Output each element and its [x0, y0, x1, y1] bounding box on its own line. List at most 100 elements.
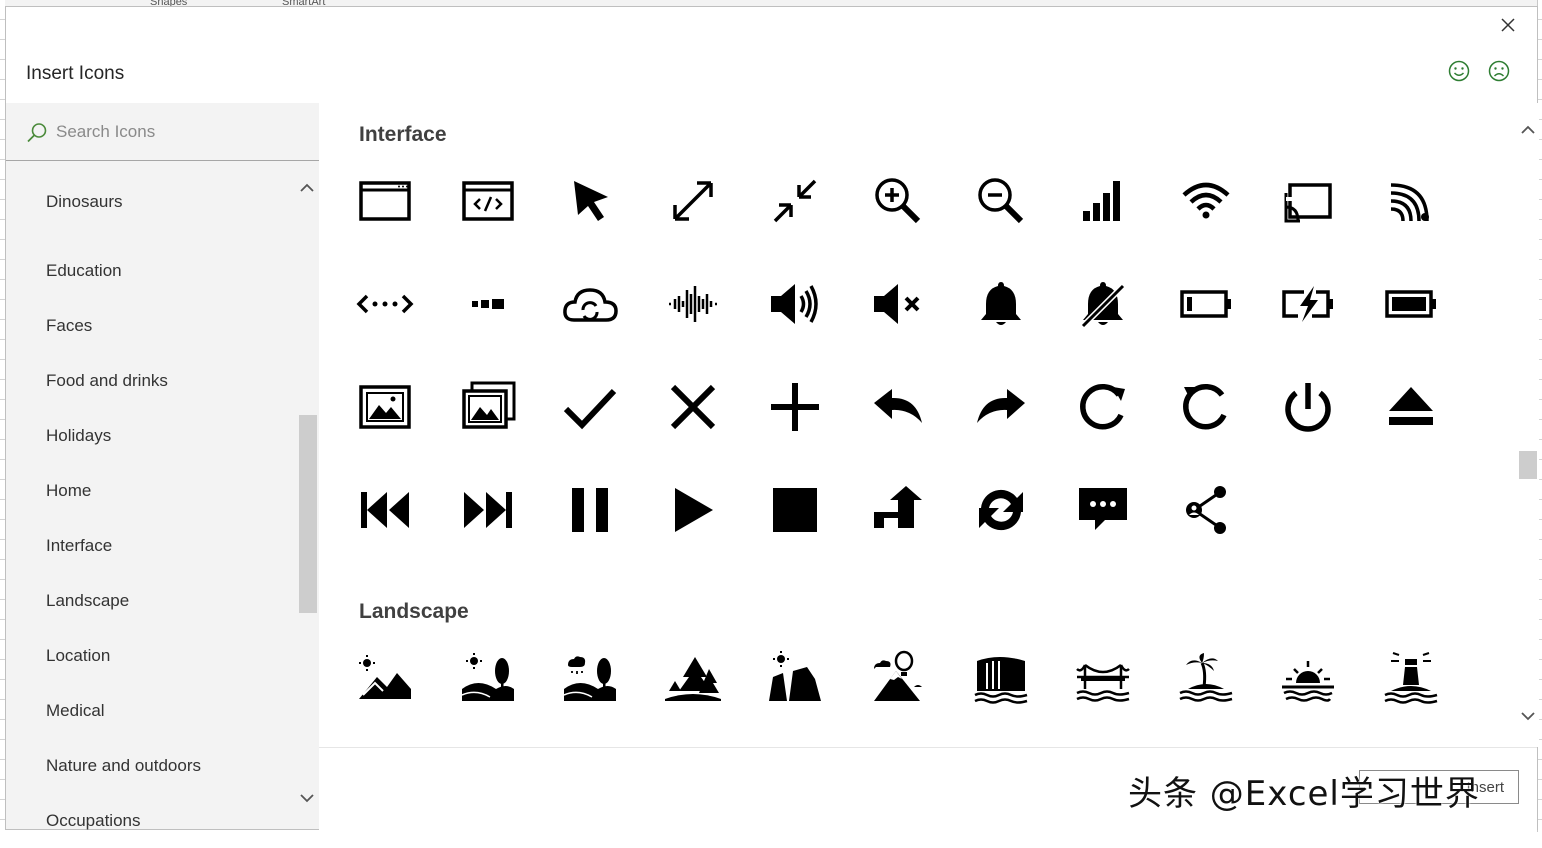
icon-tile[interactable]	[1375, 268, 1447, 340]
icon-tile[interactable]	[862, 643, 934, 715]
icon-tile[interactable]	[1067, 474, 1139, 546]
icon-tile[interactable]	[554, 643, 626, 715]
category-item[interactable]: Nature and outdoors	[6, 738, 296, 793]
category-item[interactable]: Faces	[6, 298, 296, 353]
icon-tile[interactable]	[657, 165, 729, 237]
icon-tile[interactable]	[1272, 268, 1344, 340]
section-title-interface: Interface	[359, 123, 447, 146]
checkmark-icon	[564, 388, 617, 430]
icon-tile[interactable]	[759, 165, 831, 237]
rotate-left-icon	[1182, 383, 1227, 430]
icon-tile[interactable]	[759, 474, 831, 546]
play-icon	[674, 488, 713, 532]
icon-tile[interactable]	[1272, 643, 1344, 715]
sidebar-scroll-up-icon[interactable]	[298, 179, 316, 197]
icon-tile[interactable]	[349, 643, 421, 715]
gallery-scroll-down-icon[interactable]	[1519, 707, 1537, 725]
icon-tile[interactable]	[452, 371, 524, 443]
frown-face-icon	[1488, 60, 1510, 82]
gallery-scroll-up-icon[interactable]	[1519, 121, 1537, 139]
balloon-mountain-icon	[874, 650, 922, 701]
gallery-scrollbar-thumb[interactable]	[1519, 451, 1537, 479]
icon-tile[interactable]	[1272, 165, 1344, 237]
category-item[interactable]: Education	[6, 243, 296, 298]
icon-tile[interactable]	[759, 268, 831, 340]
icon-tile[interactable]	[554, 165, 626, 237]
icon-tile[interactable]	[452, 165, 524, 237]
battery-low-icon	[1180, 290, 1231, 318]
icon-tile[interactable]	[1375, 371, 1447, 443]
icon-tile[interactable]	[1375, 643, 1447, 715]
icon-tile[interactable]	[452, 474, 524, 546]
icon-tile[interactable]	[1067, 268, 1139, 340]
category-item[interactable]: Location	[6, 628, 296, 683]
category-item[interactable]: Interface	[6, 518, 296, 573]
icon-tile[interactable]	[349, 474, 421, 546]
category-item[interactable]: Landscape	[6, 573, 296, 628]
skip-back-icon	[361, 492, 409, 528]
category-item[interactable]: Holidays	[6, 408, 296, 463]
icon-tile[interactable]	[965, 165, 1037, 237]
icon-tile[interactable]	[1375, 165, 1447, 237]
icon-tile[interactable]	[1170, 643, 1242, 715]
icon-tile[interactable]	[1170, 268, 1242, 340]
icon-tile[interactable]	[452, 268, 524, 340]
icon-tile[interactable]	[657, 643, 729, 715]
icon-tile[interactable]	[862, 268, 934, 340]
dialog-title: Insert Icons	[26, 63, 125, 84]
waterfall-icon	[974, 657, 1027, 704]
undo-icon	[874, 389, 922, 423]
feedback-frown-button[interactable]	[1487, 59, 1511, 83]
icon-tile[interactable]	[554, 474, 626, 546]
icon-tile[interactable]	[1272, 371, 1344, 443]
power-icon	[1285, 383, 1332, 432]
icon-tile[interactable]	[657, 371, 729, 443]
icon-tile[interactable]	[452, 643, 524, 715]
category-item[interactable]: Medical	[6, 683, 296, 738]
icon-tile[interactable]	[965, 371, 1037, 443]
cloud-sync-icon	[563, 288, 618, 322]
icon-tile[interactable]	[862, 165, 934, 237]
category-item[interactable]: Food and drinks	[6, 353, 296, 408]
cursor-arrow-icon	[574, 181, 609, 221]
icon-tile[interactable]	[965, 268, 1037, 340]
search-input[interactable]	[54, 118, 308, 146]
icon-tile[interactable]	[349, 165, 421, 237]
icon-tile[interactable]	[965, 643, 1037, 715]
icon-tile[interactable]	[349, 371, 421, 443]
icon-tile[interactable]	[1067, 643, 1139, 715]
icon-tile[interactable]	[1067, 371, 1139, 443]
icon-tile[interactable]	[862, 474, 934, 546]
icon-tile[interactable]	[965, 474, 1037, 546]
icon-tile[interactable]	[759, 643, 831, 715]
refresh-icon	[1080, 383, 1126, 430]
icon-tile[interactable]	[657, 268, 729, 340]
sidebar-scroll-down-icon[interactable]	[298, 789, 316, 807]
icon-tile[interactable]	[862, 371, 934, 443]
collapse-icon	[774, 179, 817, 223]
icon-tile[interactable]	[1170, 165, 1242, 237]
audio-wave-icon	[668, 286, 717, 322]
search-icon	[27, 123, 47, 143]
wifi-icon	[1182, 182, 1230, 219]
icon-tile[interactable]	[349, 268, 421, 340]
category-item[interactable]: Dinosaurs	[6, 161, 296, 243]
mute-icon	[874, 284, 920, 324]
plus-icon	[771, 383, 820, 431]
category-item[interactable]: Home	[6, 463, 296, 518]
icon-tile[interactable]	[1170, 474, 1242, 546]
icon-tile[interactable]	[759, 371, 831, 443]
category-item[interactable]: Occupations	[6, 793, 296, 848]
icon-tile[interactable]	[554, 268, 626, 340]
picture-icon	[359, 385, 411, 429]
code-window-icon	[461, 181, 514, 221]
icon-tile[interactable]	[657, 474, 729, 546]
close-button[interactable]	[1496, 13, 1520, 37]
skip-forward-icon	[463, 492, 512, 528]
icon-tile[interactable]	[1067, 165, 1139, 237]
sidebar-scrollbar-thumb[interactable]	[299, 415, 317, 613]
icon-tile[interactable]	[554, 371, 626, 443]
sunset-sea-icon	[1282, 661, 1335, 702]
icon-tile[interactable]	[1170, 371, 1242, 443]
feedback-smile-button[interactable]	[1447, 59, 1471, 83]
